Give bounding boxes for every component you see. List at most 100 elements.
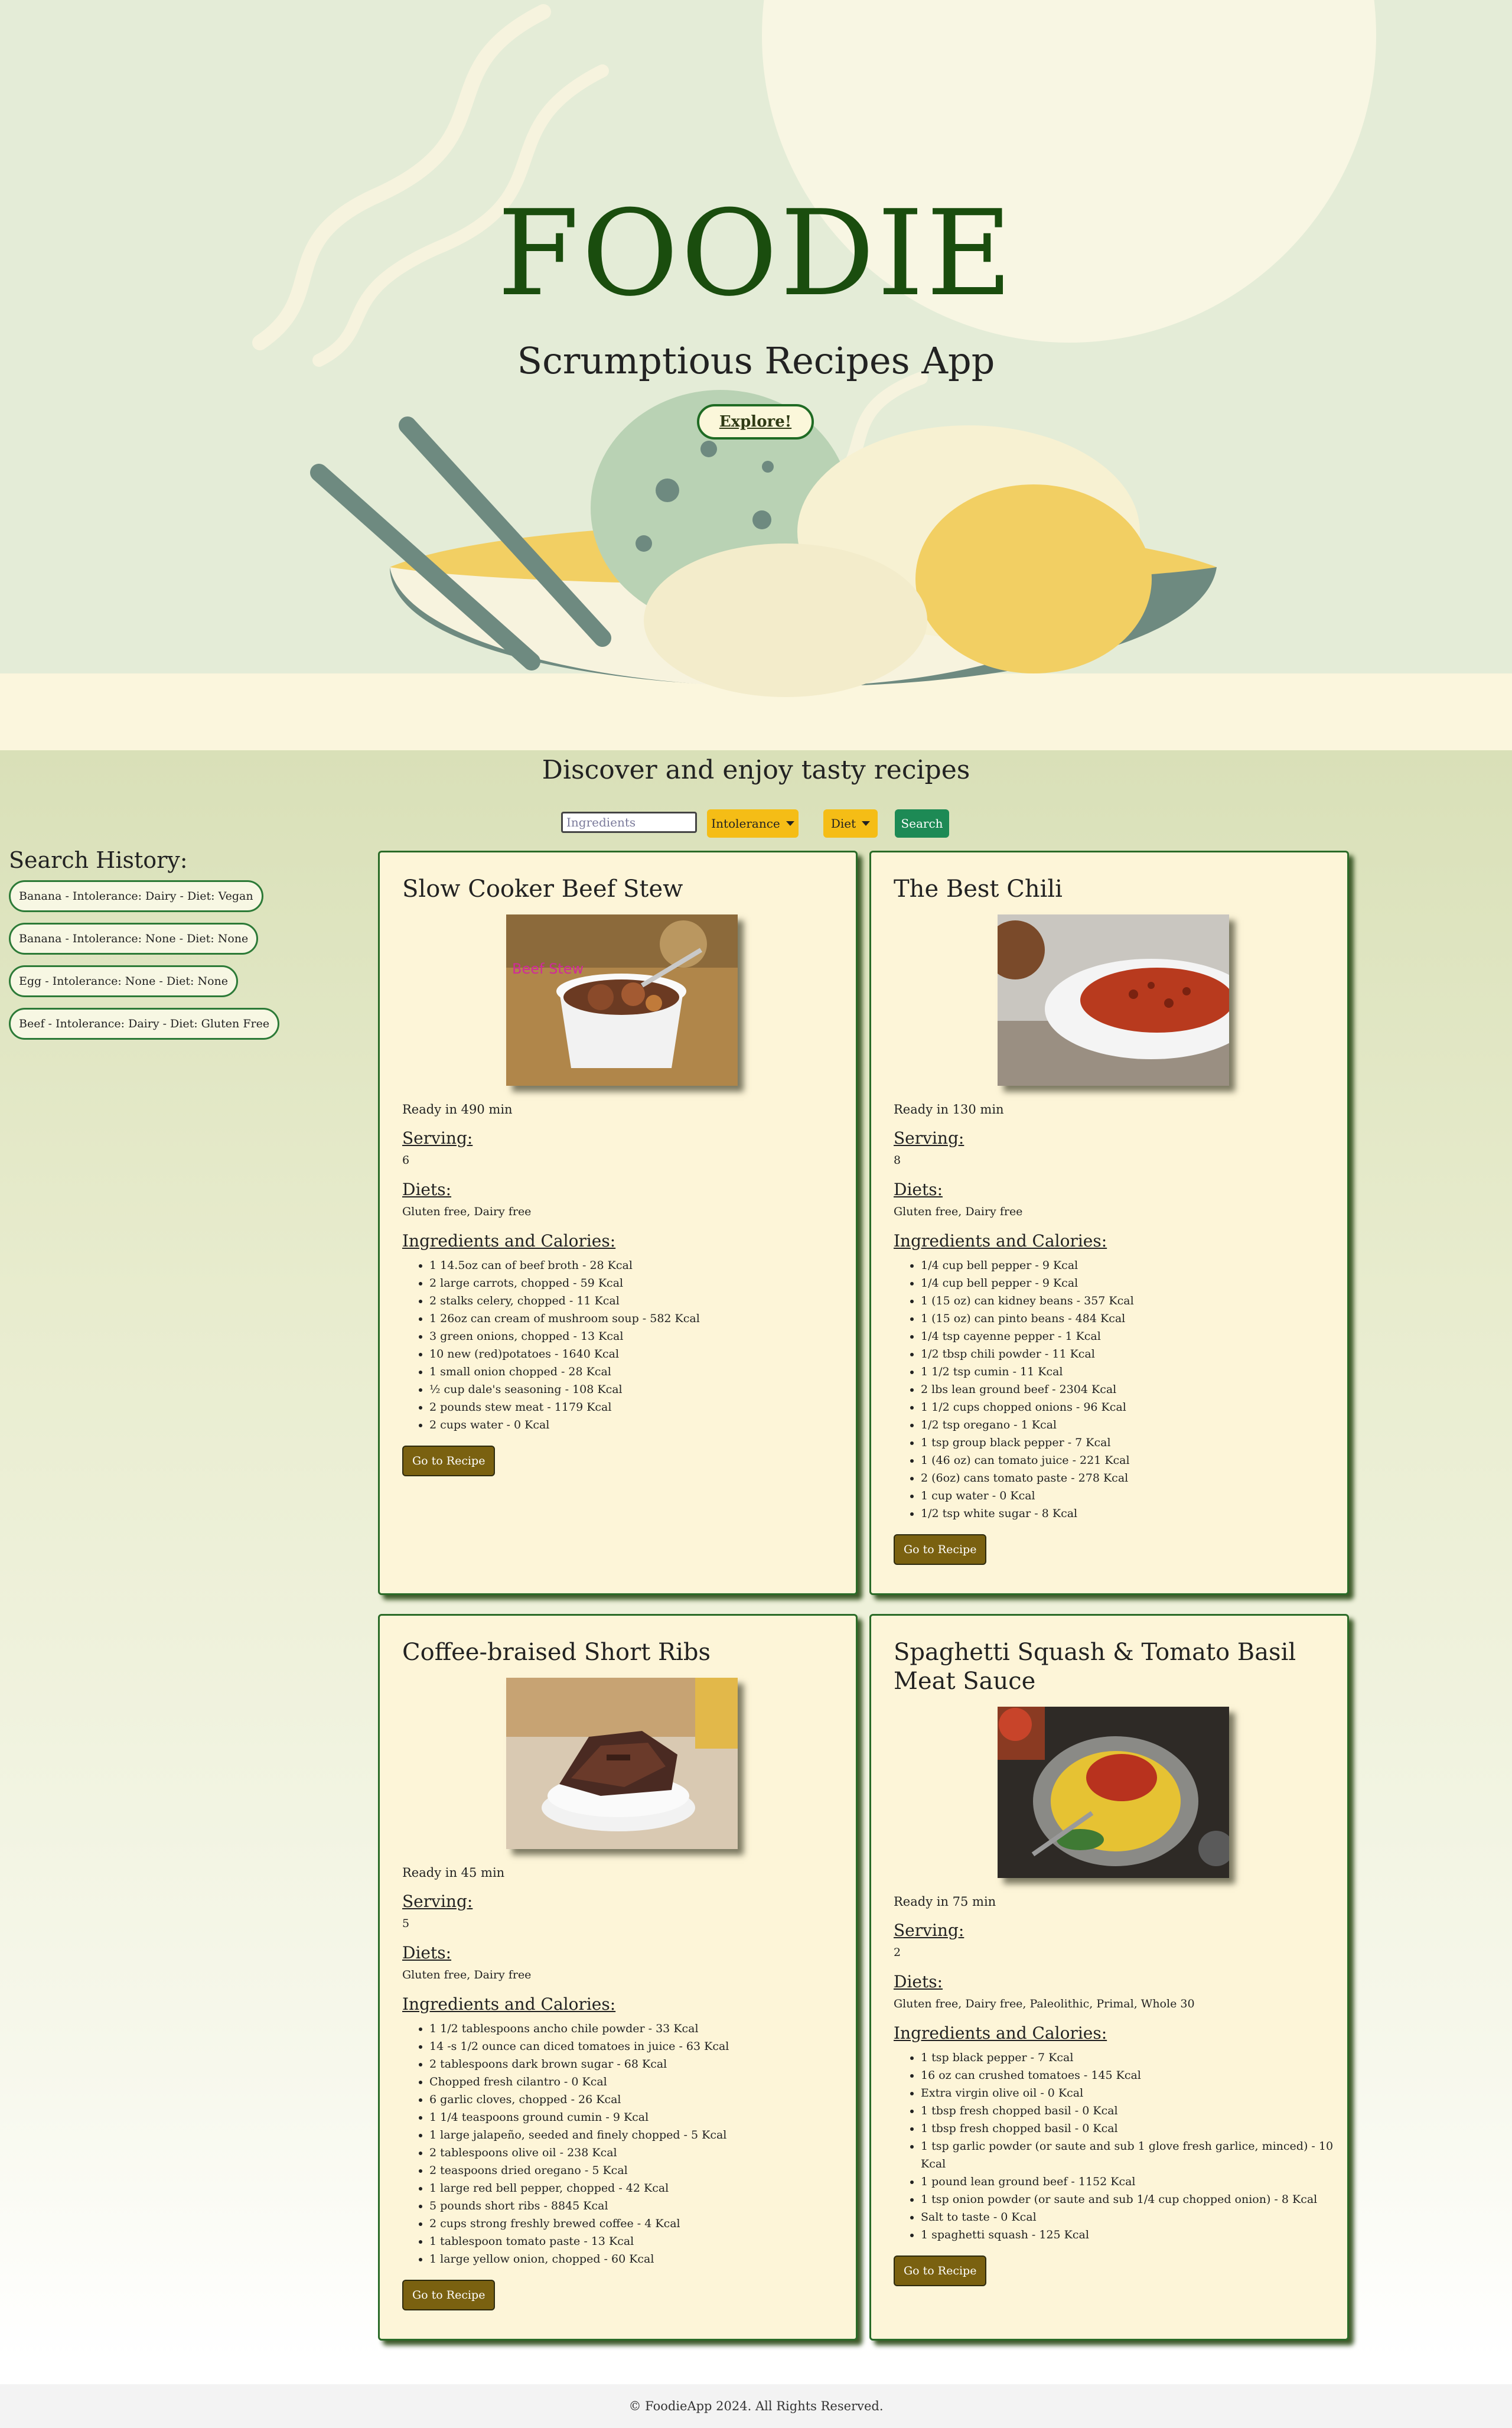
- serving-heading: Serving:: [402, 1891, 473, 1911]
- ingredient-item: 2 teaspoons dried oregano - 5 Kcal: [429, 2162, 856, 2179]
- ingredient-item: 2 cups water - 0 Kcal: [429, 1416, 856, 1434]
- ingredient-item: 1 26oz can cream of mushroom soup - 582 …: [429, 1310, 856, 1327]
- serving-value: 2: [894, 1945, 901, 1959]
- ingredients-heading: Ingredients and Calories:: [402, 1231, 616, 1251]
- recipe-title: The Best Chili: [894, 875, 1063, 903]
- ingredient-item: 1 tsp group black pepper - 7 Kcal: [921, 1434, 1347, 1451]
- ingredient-item: 6 garlic cloves, chopped - 26 Kcal: [429, 2091, 856, 2108]
- ingredient-item: 1 cup water - 0 Kcal: [921, 1487, 1347, 1505]
- ingredient-item: 2 tablespoons dark brown sugar - 68 Kcal: [429, 2055, 856, 2073]
- ready-time: Ready in 490 min: [402, 1102, 513, 1117]
- history-item[interactable]: Egg - Intolerance: None - Diet: None: [9, 965, 239, 997]
- ingredient-item: 1 large yellow onion, chopped - 60 Kcal: [429, 2250, 856, 2268]
- ingredient-item: 10 new (red)potatoes - 1640 Kcal: [429, 1345, 856, 1363]
- recipe-card: Spaghetti Squash & Tomato Basil Meat Sau…: [869, 1614, 1349, 2341]
- page-tagline: Discover and enjoy tasty recipes: [542, 755, 970, 785]
- ready-time: Ready in 45 min: [402, 1865, 505, 1880]
- ingredient-item: 1 tbsp fresh chopped basil - 0 Kcal: [921, 2102, 1347, 2120]
- ingredient-item: 1 1/2 tsp cumin - 11 Kcal: [921, 1363, 1347, 1381]
- diets-heading: Diets:: [402, 1179, 452, 1199]
- explore-button[interactable]: Explore!: [697, 404, 814, 440]
- serving-heading: Serving:: [894, 1920, 964, 1940]
- ingredient-item: 2 tablespoons olive oil - 238 Kcal: [429, 2144, 856, 2162]
- ingredient-item: 1 1/2 tablespoons ancho chile powder - 3…: [429, 2020, 856, 2038]
- ingredient-item: 1 (15 oz) can kidney beans - 357 Kcal: [921, 1292, 1347, 1310]
- ingredient-item: 2 lbs lean ground beef - 2304 Kcal: [921, 1381, 1347, 1398]
- ingredient-item: 1/2 tsp oregano - 1 Kcal: [921, 1416, 1347, 1434]
- ingredient-item: 1 tablespoon tomato paste - 13 Kcal: [429, 2232, 856, 2250]
- ingredient-item: 1 14.5oz can of beef broth - 28 Kcal: [429, 1257, 856, 1274]
- diet-dropdown[interactable]: Diet: [823, 809, 878, 838]
- ingredient-item: 1/2 tbsp chili powder - 11 Kcal: [921, 1345, 1347, 1363]
- ingredient-item: 1 large jalapeño, seeded and finely chop…: [429, 2126, 856, 2144]
- serving-value: 6: [402, 1153, 410, 1167]
- history-item[interactable]: Beef - Intolerance: Dairy - Diet: Gluten…: [9, 1008, 280, 1040]
- ingredient-item: 14 -s 1/2 ounce can diced tomatoes in ju…: [429, 2038, 856, 2055]
- go-to-recipe-button[interactable]: Go to Recipe: [894, 2255, 987, 2286]
- serving-heading: Serving:: [402, 1128, 473, 1148]
- serving-value: 8: [894, 1153, 901, 1167]
- app-subtitle: Scrumptious Recipes App: [517, 339, 995, 382]
- go-to-recipe-button[interactable]: Go to Recipe: [894, 1534, 987, 1565]
- recipe-card: Slow Cooker Beef Stew Beef Stew Ready in…: [378, 851, 858, 1595]
- serving-heading: Serving:: [894, 1128, 964, 1148]
- diets-value: Gluten free, Dairy free: [402, 1205, 532, 1218]
- diets-value: Gluten free, Dairy free: [894, 1205, 1023, 1218]
- ingredients-list: 1 14.5oz can of beef broth - 28 Kcal 2 l…: [402, 1257, 856, 1434]
- chevron-down-icon: [862, 821, 871, 826]
- ingredients-list: 1 1/2 tablespoons ancho chile powder - 3…: [402, 2020, 856, 2268]
- diets-value: Gluten free, Dairy free, Paleolithic, Pr…: [894, 1997, 1195, 2010]
- chevron-down-icon: [786, 821, 794, 826]
- ingredient-item: 2 cups strong freshly brewed coffee - 4 …: [429, 2215, 856, 2232]
- ingredient-item: 1 tsp black pepper - 7 Kcal: [921, 2049, 1347, 2066]
- history-item[interactable]: Banana - Intolerance: None - Diet: None: [9, 923, 259, 955]
- search-button[interactable]: Search: [895, 809, 949, 838]
- serving-value: 5: [402, 1916, 410, 1930]
- ingredient-item: 16 oz can crushed tomatoes - 145 Kcal: [921, 2066, 1347, 2084]
- go-to-recipe-button[interactable]: Go to Recipe: [402, 1445, 496, 1476]
- recipe-image: Beef Stew: [506, 914, 738, 1086]
- diets-value: Gluten free, Dairy free: [402, 1968, 532, 1981]
- ingredient-item: 1 tbsp fresh chopped basil - 0 Kcal: [921, 2120, 1347, 2137]
- intolerance-dropdown[interactable]: Intolerance: [707, 809, 799, 838]
- ingredients-input[interactable]: [561, 812, 697, 833]
- recipe-image: [998, 914, 1229, 1086]
- app-title: FOODIE: [497, 185, 1015, 323]
- ready-time: Ready in 130 min: [894, 1102, 1004, 1117]
- ingredient-item: 2 large carrots, chopped - 59 Kcal: [429, 1274, 856, 1292]
- image-caption: Beef Stew: [512, 961, 584, 977]
- history-item[interactable]: Banana - Intolerance: Dairy - Diet: Vega…: [9, 880, 263, 912]
- intolerance-dropdown-label: Intolerance: [711, 816, 780, 831]
- ingredients-heading: Ingredients and Calories:: [894, 2023, 1107, 2043]
- ingredients-list: 1/4 cup bell pepper - 9 Kcal 1/4 cup bel…: [894, 1257, 1347, 1522]
- ingredient-item: 1/4 cup bell pepper - 9 Kcal: [921, 1257, 1347, 1274]
- ingredient-item: 1 (46 oz) can tomato juice - 221 Kcal: [921, 1451, 1347, 1469]
- ready-time: Ready in 75 min: [894, 1894, 996, 1909]
- ingredient-item: 3 green onions, chopped - 13 Kcal: [429, 1327, 856, 1345]
- recipe-image: [506, 1677, 738, 1849]
- recipe-card: The Best Chili Ready in 130 min Serving:…: [869, 851, 1349, 1595]
- ingredient-item: 1/4 cup bell pepper - 9 Kcal: [921, 1274, 1347, 1292]
- ingredient-item: 1 spaghetti squash - 125 Kcal: [921, 2226, 1347, 2244]
- ingredients-heading: Ingredients and Calories:: [402, 1994, 616, 2014]
- recipe-card: Coffee-braised Short Ribs Ready in 45 mi…: [378, 1614, 858, 2341]
- ingredient-item: Chopped fresh cilantro - 0 Kcal: [429, 2073, 856, 2091]
- ingredient-item: 2 stalks celery, chopped - 11 Kcal: [429, 1292, 856, 1310]
- ingredients-heading: Ingredients and Calories:: [894, 1231, 1107, 1251]
- ingredient-item: 1 (15 oz) can pinto beans - 484 Kcal: [921, 1310, 1347, 1327]
- ingredients-list: 1 tsp black pepper - 7 Kcal 16 oz can cr…: [894, 2049, 1347, 2244]
- ingredient-item: 1 tsp garlic powder (or saute and sub 1 …: [921, 2137, 1347, 2173]
- ingredient-item: 1 1/4 teaspoons ground cumin - 9 Kcal: [429, 2108, 856, 2126]
- ingredient-item: Salt to taste - 0 Kcal: [921, 2208, 1347, 2226]
- diets-heading: Diets:: [894, 1179, 943, 1199]
- ingredient-item: 1 large red bell pepper, chopped - 42 Kc…: [429, 2179, 856, 2197]
- search-history-title: Search History:: [9, 847, 188, 873]
- ingredient-item: 1/2 tsp white sugar - 8 Kcal: [921, 1505, 1347, 1522]
- recipe-title: Spaghetti Squash & Tomato Basil Meat Sau…: [894, 1639, 1296, 1695]
- ingredient-item: 1 pound lean ground beef - 1152 Kcal: [921, 2173, 1347, 2191]
- go-to-recipe-button[interactable]: Go to Recipe: [402, 2279, 496, 2310]
- recipe-title: Slow Cooker Beef Stew: [402, 875, 683, 903]
- diets-heading: Diets:: [402, 1942, 452, 1962]
- recipe-image: [998, 1706, 1229, 1878]
- ingredient-item: 1 tsp onion powder (or saute and sub 1/4…: [921, 2191, 1347, 2208]
